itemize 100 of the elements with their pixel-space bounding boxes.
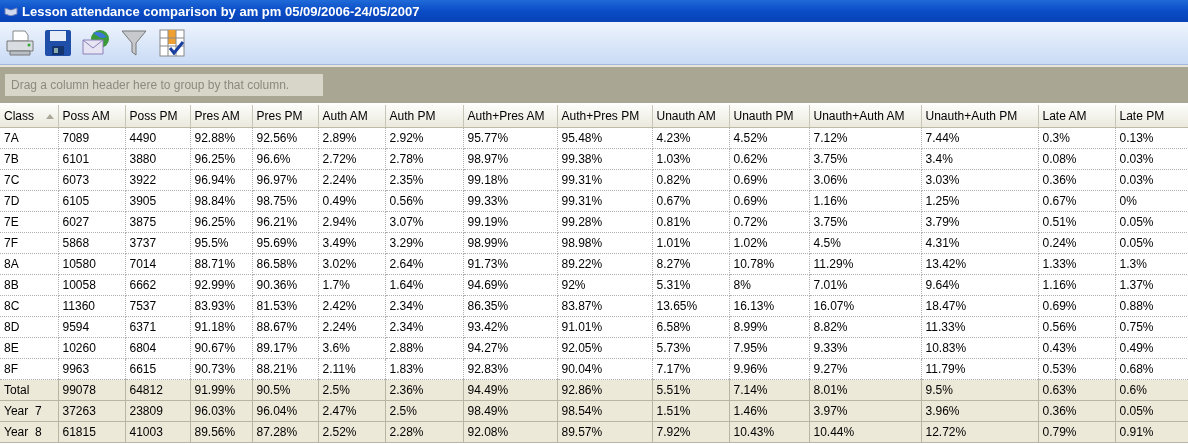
table-cell: 0.03%	[1115, 169, 1188, 191]
table-cell: 98.98%	[557, 232, 652, 254]
table-cell: 10260	[58, 337, 125, 359]
column-header[interactable]: Late AM	[1038, 105, 1115, 128]
table-cell: 91.01%	[557, 316, 652, 338]
table-cell: 95.48%	[557, 127, 652, 149]
table-cell: 3922	[125, 169, 190, 191]
table-cell: 7B	[0, 148, 58, 170]
table-cell: 0.56%	[1038, 316, 1115, 338]
table-cell: 6804	[125, 337, 190, 359]
table-cell: 0.67%	[652, 190, 729, 212]
table-cell: 13.65%	[652, 295, 729, 317]
columns-button[interactable]	[156, 26, 188, 60]
table-cell: 0.82%	[652, 169, 729, 191]
table-cell: 0.49%	[318, 190, 385, 212]
table-cell: 94.27%	[463, 337, 557, 359]
table-cell: 1.3%	[1115, 253, 1188, 275]
column-header[interactable]: Unauth+Auth AM	[809, 105, 921, 128]
table-cell: 5.31%	[652, 274, 729, 296]
column-header[interactable]: Auth AM	[318, 105, 385, 128]
table-cell: 7.12%	[809, 127, 921, 149]
table-cell: 6662	[125, 274, 190, 296]
table-cell: 89.17%	[252, 337, 318, 359]
table-cell: 8E	[0, 337, 58, 359]
table-cell: 81.53%	[252, 295, 318, 317]
table-cell: 11360	[58, 295, 125, 317]
table-cell: 7537	[125, 295, 190, 317]
column-header[interactable]: Poss PM	[125, 105, 190, 128]
table-cell: 0.67%	[1038, 190, 1115, 212]
table-cell: 0.51%	[1038, 211, 1115, 233]
column-header[interactable]: Pres AM	[190, 105, 252, 128]
column-header[interactable]: Class	[0, 105, 58, 128]
table-cell: 90.04%	[557, 358, 652, 380]
table-cell: 0.72%	[729, 211, 809, 233]
table-cell: 0.81%	[652, 211, 729, 233]
table-cell: 0.08%	[1038, 148, 1115, 170]
table-cell: 2.89%	[318, 127, 385, 149]
summary-cell: Year 8	[0, 421, 58, 443]
summary-cell: 7.14%	[729, 379, 809, 401]
column-header[interactable]: Unauth PM	[729, 105, 809, 128]
table-cell: 91.18%	[190, 316, 252, 338]
table-cell: 1.16%	[809, 190, 921, 212]
table-cell: 2.42%	[318, 295, 385, 317]
table-cell: 1.7%	[318, 274, 385, 296]
table-cell: 8.82%	[809, 316, 921, 338]
table-cell: 8.99%	[729, 316, 809, 338]
table-cell: 10058	[58, 274, 125, 296]
column-header[interactable]: Unauth+Auth PM	[921, 105, 1038, 128]
table-cell: 8D	[0, 316, 58, 338]
table-cell: 0.43%	[1038, 337, 1115, 359]
table-cell: 3875	[125, 211, 190, 233]
table-cell: 2.64%	[385, 253, 463, 275]
column-header[interactable]: Unauth AM	[652, 105, 729, 128]
table-cell: 8%	[729, 274, 809, 296]
table-cell: 8.27%	[652, 253, 729, 275]
table-cell: 96.25%	[190, 148, 252, 170]
table-cell: 9.64%	[921, 274, 1038, 296]
table-cell: 90.36%	[252, 274, 318, 296]
table-cell: 9963	[58, 358, 125, 380]
table-cell: 99.33%	[463, 190, 557, 212]
table-cell: 8C	[0, 295, 58, 317]
summary-cell: 91.99%	[190, 379, 252, 401]
window-title: Lesson attendance comparison by am pm 05/09/2006-24/05/2007	[22, 3, 420, 19]
table-cell: 99.18%	[463, 169, 557, 191]
table-cell: 92.88%	[190, 127, 252, 149]
group-by-field[interactable]: Drag a column header here to group by that column.	[5, 74, 323, 96]
column-header[interactable]: Auth+Pres AM	[463, 105, 557, 128]
table-cell: 3.75%	[809, 148, 921, 170]
table-cell: 16.13%	[729, 295, 809, 317]
table-cell: 3.6%	[318, 337, 385, 359]
table-cell: 0.69%	[1038, 295, 1115, 317]
table-cell: 95.5%	[190, 232, 252, 254]
table-cell: 2.34%	[385, 316, 463, 338]
column-header[interactable]: Pres PM	[252, 105, 318, 128]
column-header[interactable]: Auth PM	[385, 105, 463, 128]
table-cell: 6105	[58, 190, 125, 212]
table-cell: 98.99%	[463, 232, 557, 254]
table-cell: 0.24%	[1038, 232, 1115, 254]
column-header[interactable]: Auth+Pres PM	[557, 105, 652, 128]
table-cell: 3737	[125, 232, 190, 254]
table-cell: 98.84%	[190, 190, 252, 212]
table-cell: 10.83%	[921, 337, 1038, 359]
table-cell: 96.21%	[252, 211, 318, 233]
table-cell: 10580	[58, 253, 125, 275]
table-cell: 2.94%	[318, 211, 385, 233]
table-cell: 4.52%	[729, 127, 809, 149]
table-cell: 0.3%	[1038, 127, 1115, 149]
table-cell: 3880	[125, 148, 190, 170]
column-header[interactable]: Poss AM	[58, 105, 125, 128]
table-cell: 9.33%	[809, 337, 921, 359]
table-cell: 94.69%	[463, 274, 557, 296]
table-cell: 2.72%	[318, 148, 385, 170]
table-cell: 2.92%	[385, 127, 463, 149]
table-cell: 2.11%	[318, 358, 385, 380]
table-cell: 6.58%	[652, 316, 729, 338]
table-cell: 0.53%	[1038, 358, 1115, 380]
table-cell: 2.78%	[385, 148, 463, 170]
column-header[interactable]: Late PM	[1115, 105, 1188, 128]
table-cell: 2.34%	[385, 295, 463, 317]
table-cell: 5868	[58, 232, 125, 254]
